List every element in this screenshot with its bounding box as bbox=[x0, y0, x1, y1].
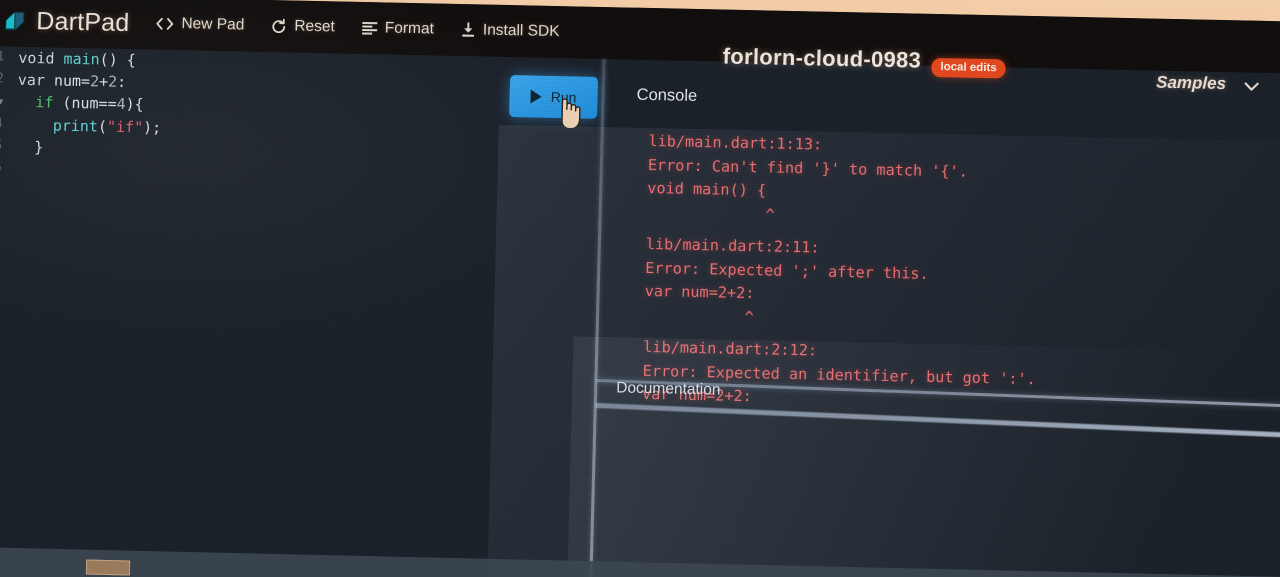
fold-arrow-icon[interactable]: ▼ bbox=[0, 97, 3, 107]
reset-button[interactable]: Reset bbox=[270, 17, 335, 36]
app-brand[interactable]: DartPad bbox=[3, 6, 130, 38]
console-panel: Console lib/main.dart:1:13: Error: Can't … bbox=[612, 59, 1280, 405]
reset-label: Reset bbox=[294, 17, 336, 36]
code-brackets-icon bbox=[155, 17, 174, 31]
dartpad-screen: DartPad New Pad Reset Format Install SDK… bbox=[0, 0, 1280, 577]
new-pad-button[interactable]: New Pad bbox=[155, 15, 245, 35]
install-sdk-button[interactable]: Install SDK bbox=[460, 21, 560, 41]
taskbar-chip bbox=[85, 559, 131, 576]
console-error-block: lib/main.dart:1:13: Error: Can't find '}'… bbox=[646, 130, 1280, 238]
run-button[interactable]: Run bbox=[509, 75, 599, 119]
app-title: DartPad bbox=[35, 6, 130, 37]
pointer-hand-cursor bbox=[555, 94, 582, 131]
code-line-text[interactable]: } bbox=[8, 136, 44, 159]
line-number: 1 bbox=[0, 49, 5, 65]
download-icon bbox=[460, 22, 476, 38]
code-line-text[interactable]: print("if"); bbox=[8, 114, 162, 139]
play-triangle-icon bbox=[530, 89, 542, 104]
code-editor[interactable]: 1void main() {2var num=2+2:3▼ if (num==4… bbox=[0, 46, 621, 577]
documentation-title: Documentation bbox=[616, 379, 721, 399]
dart-logo-icon bbox=[3, 8, 28, 32]
code-line-text[interactable] bbox=[7, 158, 16, 180]
code-line-text[interactable]: var num=2+2: bbox=[10, 69, 127, 93]
format-label: Format bbox=[384, 19, 435, 38]
console-title: Console bbox=[636, 85, 698, 105]
line-number: 2 bbox=[0, 71, 5, 87]
photographed-screen: DartPad New Pad Reset Format Install SDK… bbox=[0, 0, 1280, 577]
console-error-block: lib/main.dart:2:11: Error: Expected ';' a… bbox=[644, 233, 1280, 341]
refresh-icon bbox=[270, 18, 287, 35]
console-error-block: lib/main.dart:2:12: Error: Expected an id… bbox=[642, 336, 1280, 420]
code-line-text[interactable]: void main() { bbox=[10, 47, 136, 72]
code-line-text[interactable]: if (num==4){ bbox=[9, 91, 144, 117]
install-sdk-label: Install SDK bbox=[482, 21, 560, 41]
format-button[interactable]: Format bbox=[361, 19, 435, 39]
new-pad-label: New Pad bbox=[181, 15, 245, 34]
format-lines-icon bbox=[361, 20, 378, 35]
